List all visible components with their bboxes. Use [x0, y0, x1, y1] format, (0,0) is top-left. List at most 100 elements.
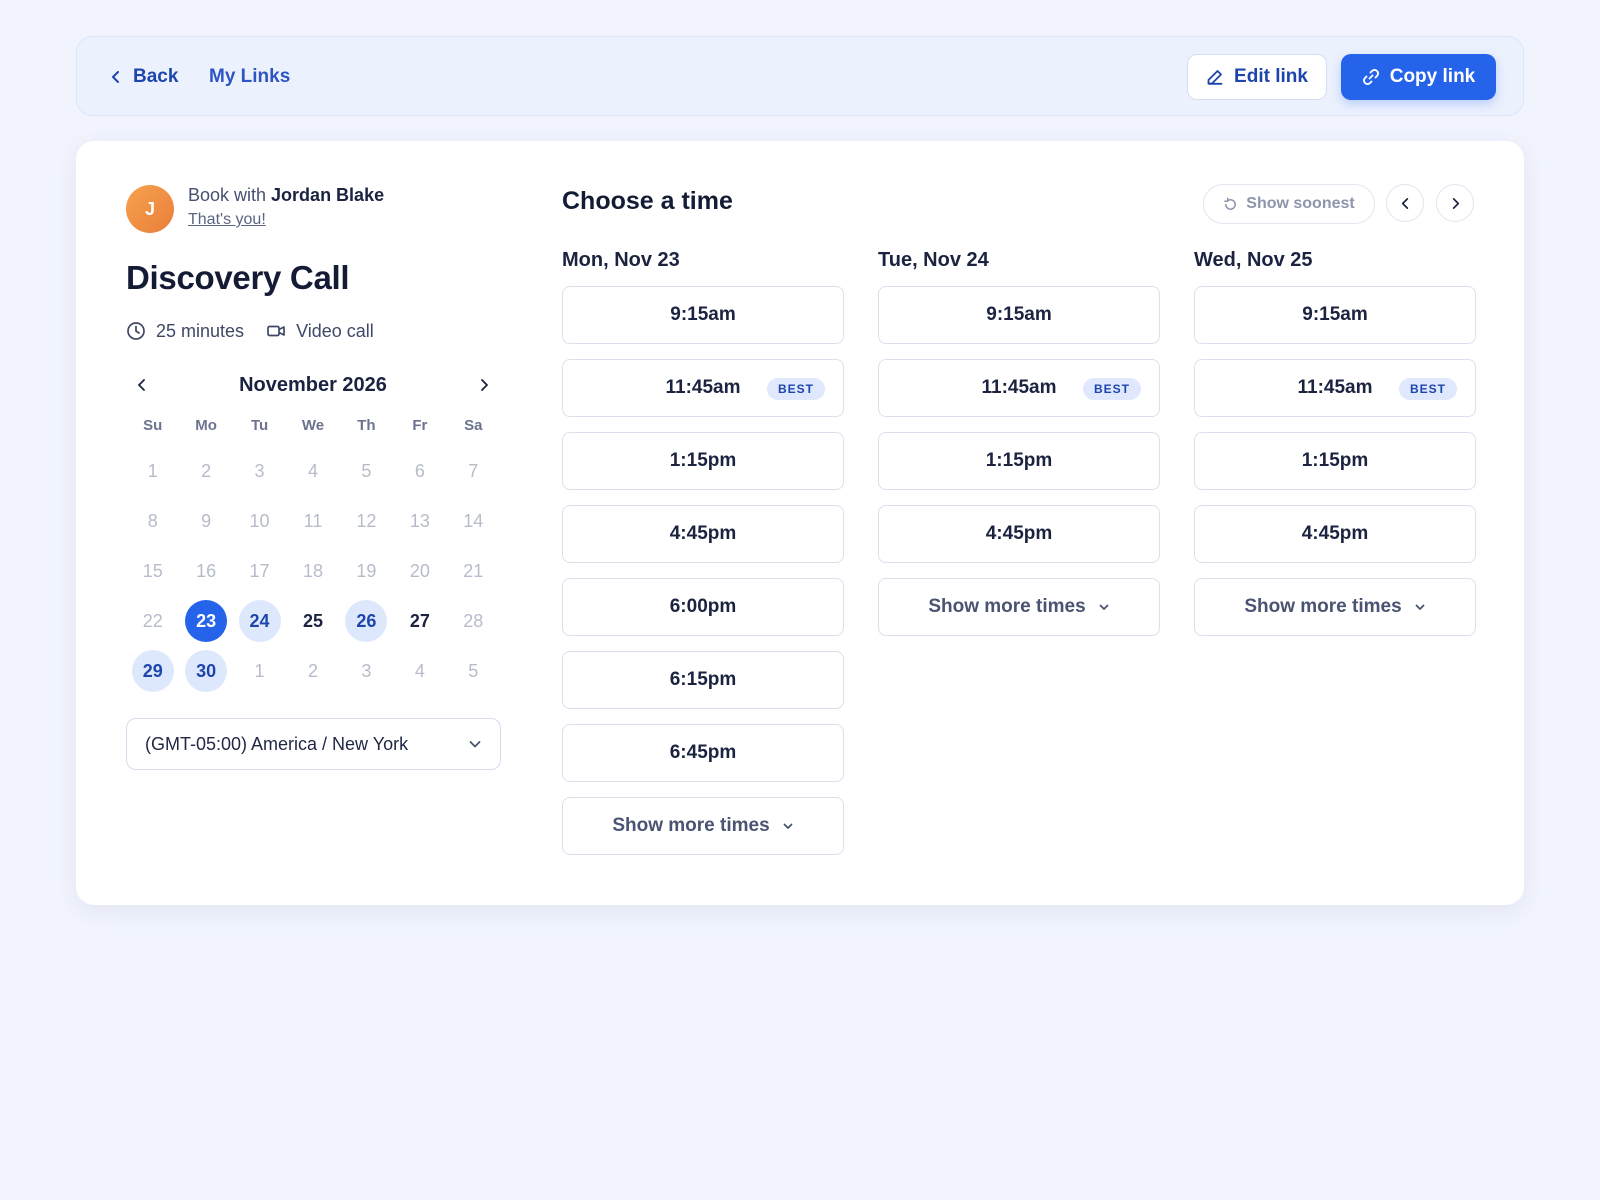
weekday-label: Mo — [195, 417, 217, 434]
calendar-day: 21 — [463, 560, 484, 581]
calendar-day[interactable]: 27 — [399, 600, 441, 642]
calendar-day[interactable]: 30 — [185, 650, 228, 692]
calendar-day[interactable]: 24 — [238, 600, 281, 642]
prev-days-button[interactable] — [1386, 184, 1424, 222]
time-slot-label: 6:45pm — [669, 742, 737, 763]
show-more-times-button[interactable]: Show more times — [1194, 578, 1476, 636]
time-slot-button[interactable]: 1:15pm — [562, 432, 844, 490]
refresh-icon — [1224, 197, 1237, 210]
calendar-day: 11 — [303, 510, 323, 531]
chevron-left-icon — [112, 71, 119, 83]
duration-item: 25 minutes — [126, 321, 244, 342]
time-slot-label: 9:15am — [986, 304, 1052, 325]
show-soonest-button[interactable]: Show soonest — [1203, 184, 1375, 224]
back-label: Back — [133, 66, 179, 87]
host-name: Jordan Blake — [271, 185, 385, 205]
host-line: Book with Jordan Blake — [188, 185, 384, 206]
day-column: Tue, Nov 24 9:15am 11:45am BEST 1:15pm 4:45pm… — [878, 249, 1160, 636]
time-slot-button[interactable]: 1:15pm — [1194, 432, 1476, 490]
next-days-button[interactable] — [1436, 184, 1474, 222]
show-more-times-button[interactable]: Show more times — [562, 797, 844, 855]
time-slot-button[interactable]: 9:15am — [1194, 286, 1476, 344]
edit-link-button[interactable]: Edit link — [1187, 54, 1327, 100]
weekday-label: We — [301, 417, 325, 434]
time-slot-label: 1:15pm — [669, 450, 737, 471]
chevron-down-icon — [469, 741, 481, 748]
calendar-day: 8 — [147, 510, 158, 531]
chevron-down-icon — [1414, 601, 1426, 613]
book-with-text: Book with — [188, 185, 272, 205]
day-column-date: Wed, Nov 25 — [1194, 249, 1313, 271]
show-soonest-label: Show soonest — [1246, 195, 1355, 212]
calendar-day[interactable]: 25 — [292, 600, 334, 642]
calendar-day: 5 — [468, 660, 479, 681]
calendar-header: November 2026 — [126, 370, 500, 400]
back-link[interactable]: Back — [109, 64, 178, 90]
day-column-date: Mon, Nov 23 — [562, 249, 680, 271]
calendar-day: 1 — [254, 660, 265, 681]
timezone-value: (GMT-05:00) America / New York — [145, 733, 409, 754]
calendar-day: 13 — [409, 510, 430, 531]
time-slot-button[interactable]: 11:45am BEST — [562, 359, 844, 417]
my-links-link[interactable]: My Links — [209, 64, 290, 90]
time-slot-label: 11:45am — [1297, 377, 1373, 398]
calendar-day: 4 — [414, 660, 425, 681]
time-slot-button[interactable]: 6:15pm — [562, 651, 844, 709]
copy-link-button[interactable]: Copy link — [1341, 54, 1496, 100]
clock-icon — [127, 322, 145, 340]
calendar-day-selected[interactable]: 23 — [185, 600, 228, 642]
calendar-day: 22 — [142, 610, 163, 631]
time-slot-button[interactable]: 9:15am — [878, 286, 1160, 344]
pencil-icon — [1207, 70, 1223, 85]
best-badge: BEST — [766, 378, 825, 400]
time-slot-button[interactable]: 6:00pm — [562, 578, 844, 636]
time-slot-label: 4:45pm — [1301, 523, 1369, 544]
show-more-times-label: Show more times — [1244, 596, 1402, 617]
time-slot-button[interactable]: 4:45pm — [562, 505, 844, 563]
calendar-day[interactable]: 26 — [345, 600, 388, 642]
edit-link-label: Edit link — [1234, 66, 1308, 87]
calendar-day: 2 — [201, 460, 212, 481]
time-slot-button[interactable]: 11:45am BEST — [1194, 359, 1476, 417]
time-slot-button[interactable]: 4:45pm — [878, 505, 1160, 563]
chevron-down-icon — [1098, 601, 1110, 613]
calendar-day: 3 — [254, 460, 265, 481]
chevron-right-icon — [481, 379, 488, 391]
location-item: Video call — [266, 321, 374, 342]
duration-text: 25 minutes — [156, 320, 245, 341]
weekday-label: Tu — [250, 417, 269, 434]
timezone-select[interactable]: (GMT-05:00) America / New York — [126, 718, 501, 770]
calendar-day: 10 — [249, 510, 270, 531]
day-column-date: Tue, Nov 24 — [878, 249, 989, 271]
time-slot-button[interactable]: 6:45pm — [562, 724, 844, 782]
calendar-day[interactable]: 29 — [131, 650, 174, 692]
time-slot-button[interactable]: 4:45pm — [1194, 505, 1476, 563]
booking-card: J Book with Jordan Blake That's you! Dis… — [76, 141, 1524, 905]
calendar-grid: Su Mo Tu We Th Fr Sa 1 2 3 4 5 6 7 8 9 10 11 12 13 14 15 16 17 1… — [126, 417, 500, 696]
calendar-day: 14 — [463, 510, 484, 531]
calendar-day: 18 — [302, 560, 323, 581]
time-slot-label: 9:15am — [670, 304, 736, 325]
time-slot-button[interactable]: 1:15pm — [878, 432, 1160, 490]
times-title: Choose a time — [562, 187, 733, 215]
next-month-button[interactable] — [472, 373, 496, 397]
calendar-day: 5 — [361, 460, 372, 481]
copy-link-label: Copy link — [1389, 66, 1476, 87]
calendar-day: 20 — [409, 560, 430, 581]
calendar-day: 7 — [468, 460, 479, 481]
video-camera-icon — [267, 325, 285, 337]
day-column: Wed, Nov 25 9:15am 11:45am BEST 1:15pm 4:45pm… — [1194, 249, 1476, 636]
time-slot-label: 1:15pm — [985, 450, 1053, 471]
time-slot-button[interactable]: 11:45am BEST — [878, 359, 1160, 417]
calendar-day: 4 — [307, 460, 318, 481]
show-more-times-button[interactable]: Show more times — [878, 578, 1160, 636]
calendar-day: 15 — [142, 560, 163, 581]
time-slot-label: 11:45am — [981, 377, 1057, 398]
time-slot-button[interactable]: 9:15am — [562, 286, 844, 344]
calendar-day: 1 — [147, 460, 158, 481]
weekday-label: Su — [143, 417, 163, 434]
time-slot-label: 6:15pm — [669, 669, 737, 690]
calendar-day: 6 — [414, 460, 425, 481]
event-title: Discovery Call — [126, 259, 350, 296]
thats-you-link[interactable]: That's you! — [188, 211, 266, 229]
